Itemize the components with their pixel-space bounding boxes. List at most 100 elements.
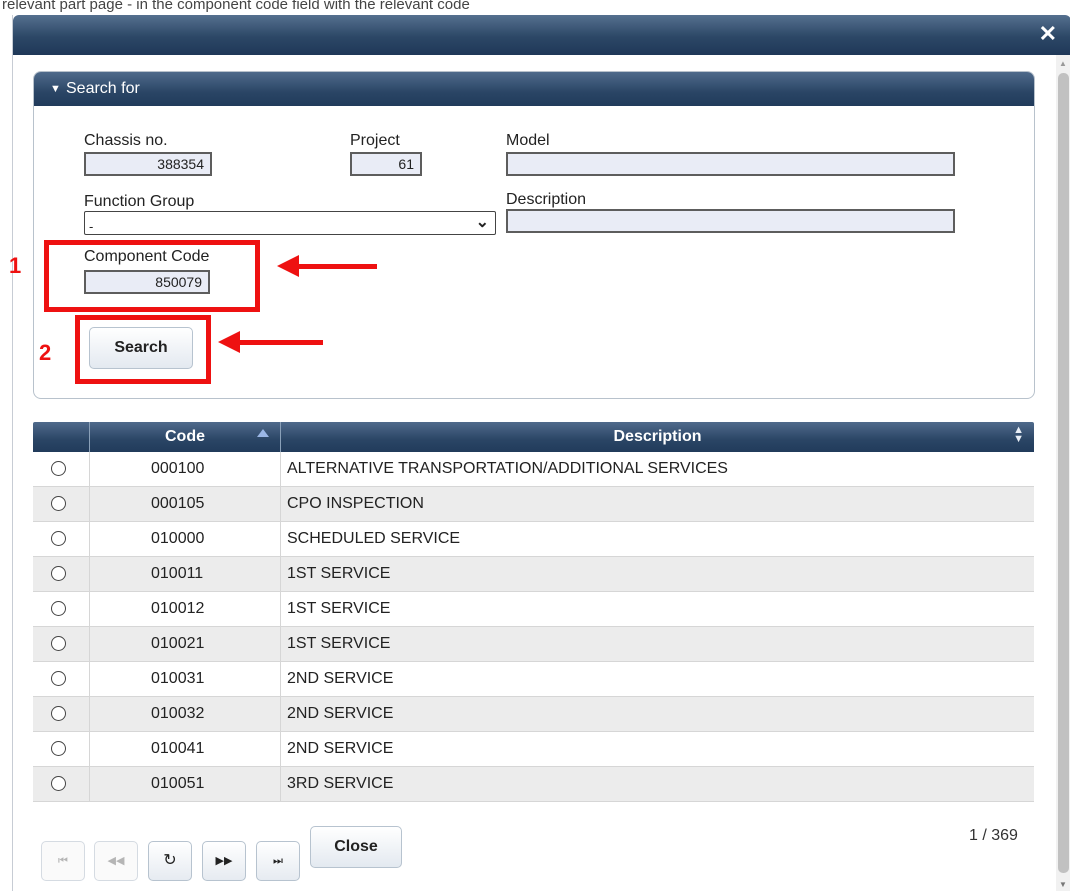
cell-code: 010051: [151, 775, 205, 792]
chassis-label: Chassis no.: [84, 132, 168, 149]
annotation-step-1: 1: [9, 253, 22, 278]
cell-description: 1ST SERVICE: [287, 565, 391, 582]
column-separator: [89, 767, 90, 801]
grid-header: Code Description ▲ ▼: [33, 422, 1034, 452]
cell-code: 010012: [151, 600, 205, 617]
scroll-up-arrow-icon[interactable]: ▲: [1059, 59, 1067, 68]
cell-code: 000105: [151, 495, 205, 512]
project-field[interactable]: 61: [350, 152, 422, 176]
row-radio[interactable]: [51, 496, 66, 511]
sort-toggle-icon[interactable]: ▲ ▼: [1013, 425, 1024, 445]
cell-description: 2ND SERVICE: [287, 740, 394, 757]
component-search-dialog: ✕ ▲ ▼ ▼ Search for Chassis no. 388354 Pr…: [9, 15, 1070, 891]
search-panel-title: Search for: [66, 80, 140, 97]
annotation-arrow-1: [297, 264, 377, 269]
page-info: 1 / 369: [969, 827, 1018, 844]
cell-code: 010021: [151, 635, 205, 652]
description-field[interactable]: [506, 209, 955, 233]
refresh-button[interactable]: ↻: [148, 841, 192, 881]
row-radio[interactable]: [51, 741, 66, 756]
cell-description: 2ND SERVICE: [287, 705, 394, 722]
table-row[interactable]: 010011 1ST SERVICE: [33, 557, 1034, 592]
next-page-button[interactable]: ▶▶: [202, 841, 246, 881]
cell-description: SCHEDULED SERVICE: [287, 530, 461, 547]
prev-page-button[interactable]: ◀◀: [94, 841, 138, 881]
column-separator: [89, 592, 90, 626]
cell-code: 010032: [151, 705, 205, 722]
cell-code: 010011: [151, 565, 204, 582]
table-row[interactable]: 010021 1ST SERVICE: [33, 627, 1034, 662]
table-row[interactable]: 010051 3RD SERVICE: [33, 767, 1034, 802]
row-radio[interactable]: [51, 461, 66, 476]
function-group-value: -: [89, 219, 94, 234]
annotation-arrowhead-1: [277, 255, 299, 277]
column-separator: [280, 487, 281, 521]
vertical-scrollbar[interactable]: ▲ ▼: [1056, 55, 1070, 891]
cell-code: 000100: [151, 460, 205, 477]
row-radio[interactable]: [51, 531, 66, 546]
cell-code: 010031: [151, 670, 205, 687]
first-page-button[interactable]: ⏮: [41, 841, 85, 881]
annotation-box-2: [75, 315, 211, 384]
cell-description: 1ST SERVICE: [287, 600, 391, 617]
last-page-button[interactable]: ⏭: [256, 841, 300, 881]
top-instruction-text: relevant part page - in the component co…: [2, 0, 470, 13]
description-label: Description: [506, 191, 587, 208]
header-description[interactable]: Description: [281, 422, 1034, 452]
table-row[interactable]: 010012 1ST SERVICE: [33, 592, 1034, 627]
scroll-down-arrow-icon[interactable]: ▼: [1059, 880, 1067, 889]
model-label: Model: [506, 132, 550, 149]
function-group-label: Function Group: [84, 193, 195, 210]
column-separator: [89, 522, 90, 556]
sort-ascending-icon[interactable]: [257, 429, 269, 437]
column-separator: [89, 627, 90, 661]
column-separator: [280, 627, 281, 661]
annotation-step-2: 2: [39, 340, 52, 365]
column-separator: [280, 732, 281, 766]
row-radio[interactable]: [51, 566, 66, 581]
table-row[interactable]: 010031 2ND SERVICE: [33, 662, 1034, 697]
column-separator: [280, 697, 281, 731]
column-separator: [89, 662, 90, 696]
results-grid: Code Description ▲ ▼ 000100 ALTERNATIVE TR…: [33, 422, 1034, 802]
column-separator: [89, 487, 90, 521]
table-row[interactable]: 000100 ALTERNATIVE TRANSPORTATION/ADDITIO…: [33, 452, 1034, 487]
column-separator: [280, 522, 281, 556]
model-field[interactable]: [506, 152, 955, 176]
annotation-arrowhead-2: [218, 331, 240, 353]
cell-description: 2ND SERVICE: [287, 670, 394, 687]
grid-body: 000100 ALTERNATIVE TRANSPORTATION/ADDITIO…: [33, 452, 1034, 802]
cell-description: 3RD SERVICE: [287, 775, 394, 792]
close-icon[interactable]: ✕: [1039, 21, 1057, 47]
row-radio[interactable]: [51, 776, 66, 791]
header-code[interactable]: Code: [90, 422, 280, 452]
column-separator: [89, 452, 90, 486]
cell-description: ALTERNATIVE TRANSPORTATION/ADDITIONAL SE…: [287, 460, 728, 477]
table-row[interactable]: 010000 SCHEDULED SERVICE: [33, 522, 1034, 557]
function-group-select[interactable]: - ⌄: [84, 211, 496, 235]
column-separator: [89, 557, 90, 591]
column-separator: [89, 732, 90, 766]
table-row[interactable]: 010032 2ND SERVICE: [33, 697, 1034, 732]
row-radio[interactable]: [51, 706, 66, 721]
column-separator: [280, 767, 281, 801]
table-row[interactable]: 010041 2ND SERVICE: [33, 732, 1034, 767]
cell-code: 010041: [151, 740, 205, 757]
column-separator: [280, 592, 281, 626]
search-panel-header[interactable]: ▼ Search for: [34, 72, 1034, 106]
annotation-arrow-2: [238, 340, 323, 345]
chassis-field[interactable]: 388354: [84, 152, 212, 176]
row-radio[interactable]: [51, 601, 66, 616]
scroll-thumb[interactable]: [1058, 73, 1069, 873]
cell-description: CPO INSPECTION: [287, 495, 424, 512]
column-separator: [280, 662, 281, 696]
row-radio[interactable]: [51, 671, 66, 686]
close-button[interactable]: Close: [310, 826, 402, 868]
dialog-titlebar: ✕: [13, 15, 1070, 55]
chevron-down-icon: ⌄: [475, 214, 489, 231]
table-row[interactable]: 000105 CPO INSPECTION: [33, 487, 1034, 522]
collapse-caret-icon[interactable]: ▼: [50, 72, 61, 106]
cell-description: 1ST SERVICE: [287, 635, 391, 652]
row-radio[interactable]: [51, 636, 66, 651]
project-label: Project: [350, 132, 400, 149]
